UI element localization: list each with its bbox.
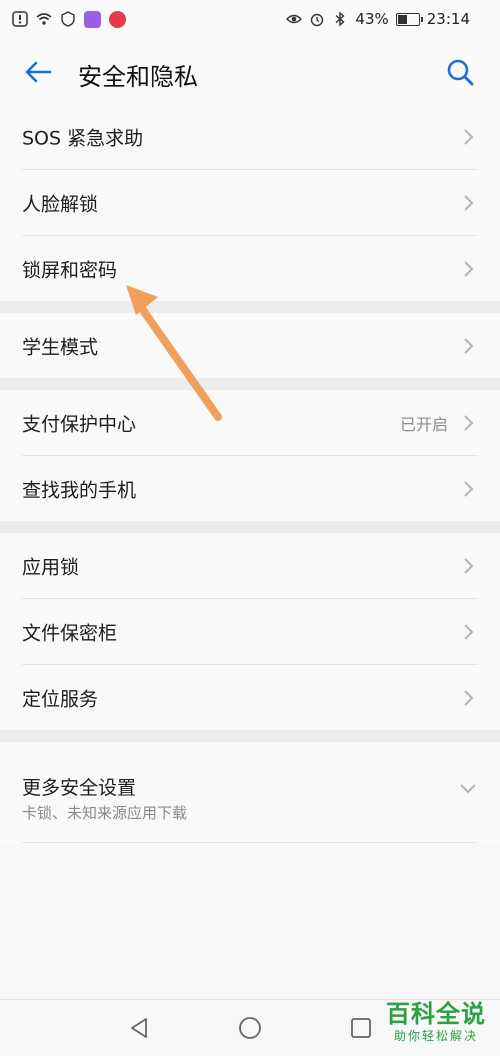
group-divider: [0, 378, 500, 390]
watermark-subtitle: 助你轻松解决: [393, 1029, 478, 1043]
watermark-title: 百科全说: [386, 1000, 486, 1028]
app-badge-red-icon: [109, 10, 126, 28]
wifi-icon: [36, 13, 52, 25]
setting-label: 定位服务: [22, 688, 99, 710]
watermark-logo: 百科全说 助你轻松解决: [386, 994, 486, 1044]
status-right-icons: 43% 23:14: [286, 8, 470, 30]
setting-row-find-my-phone[interactable]: 查找我的手机: [22, 456, 478, 521]
nav-back-triangle-icon[interactable]: [128, 1016, 150, 1040]
annotation-arrow-icon: [126, 285, 222, 421]
title-bar: 安全和隐私: [0, 40, 500, 105]
setting-row-payment-protection[interactable]: 支付保护中心 已开启: [22, 390, 478, 456]
page-title: 安全和隐私: [78, 63, 198, 91]
setting-row-student-mode[interactable]: 学生模式: [22, 313, 478, 378]
setting-label: 支付保护中心: [22, 413, 137, 435]
alert-icon: [12, 11, 28, 27]
settings-group: 支付保护中心 已开启 查找我的手机: [0, 390, 500, 521]
setting-row-app-lock[interactable]: 应用锁: [22, 533, 478, 599]
setting-label: 文件保密柜: [22, 622, 118, 644]
group-divider: [0, 301, 500, 313]
chevron-right-icon: [464, 557, 474, 574]
chevron-right-icon: [464, 480, 474, 497]
setting-label: 学生模式: [22, 336, 99, 358]
battery-icon: [395, 12, 423, 26]
eye-icon: [286, 14, 303, 24]
setting-label: 应用锁: [22, 556, 80, 578]
status-bar: 43% 23:14: [0, 0, 500, 40]
setting-row-file-safe[interactable]: 文件保密柜: [22, 599, 478, 665]
chevron-right-icon: [464, 623, 474, 640]
setting-row-face-unlock[interactable]: 人脸解锁: [22, 170, 478, 236]
back-arrow-icon[interactable]: [22, 56, 54, 88]
setting-label: 锁屏和密码: [22, 259, 118, 281]
setting-label: 人脸解锁: [22, 193, 99, 215]
group-divider: [0, 730, 500, 742]
more-security-settings[interactable]: 更多安全设置 卡锁、未知来源应用下载: [22, 742, 478, 843]
settings-list: SOS 紧急求助 人脸解锁 锁屏和密码 学生模式 支付保护中心 已开启 查找我的…: [0, 104, 500, 843]
status-left-icons: [12, 8, 126, 30]
battery-percent: 43%: [355, 10, 389, 28]
chevron-right-icon: [464, 128, 474, 145]
settings-group: 学生模式: [0, 313, 500, 378]
alarm-icon: [311, 13, 324, 27]
settings-group: SOS 紧急求助 人脸解锁 锁屏和密码: [0, 104, 500, 301]
chevron-right-icon: [464, 194, 474, 211]
settings-group: 更多安全设置 卡锁、未知来源应用下载: [0, 742, 500, 843]
group-divider: [0, 521, 500, 533]
more-settings-title: 更多安全设置: [22, 777, 137, 799]
setting-row-lockscreen-password[interactable]: 锁屏和密码: [22, 236, 478, 301]
shield-icon: [61, 11, 75, 27]
setting-label: 查找我的手机: [22, 479, 137, 501]
bluetooth-icon: [335, 11, 345, 27]
clock: 23:14: [426, 10, 470, 28]
search-icon[interactable]: [444, 56, 476, 88]
setting-row-sos[interactable]: SOS 紧急求助: [22, 104, 478, 170]
chevron-right-icon: [464, 414, 474, 431]
chevron-right-icon: [464, 689, 474, 706]
setting-row-location-services[interactable]: 定位服务: [22, 665, 478, 730]
chevron-down-icon: [460, 784, 476, 794]
nav-home-circle-icon[interactable]: [238, 1016, 262, 1040]
more-settings-subtitle: 卡锁、未知来源应用下载: [22, 804, 188, 822]
setting-label: SOS 紧急求助: [22, 127, 144, 149]
chevron-right-icon: [464, 260, 474, 277]
app-badge-purple-icon: [84, 10, 101, 28]
status-value: 已开启: [399, 414, 448, 434]
nav-recents-square-icon[interactable]: [350, 1017, 372, 1039]
settings-group: 应用锁 文件保密柜 定位服务: [0, 533, 500, 730]
chevron-right-icon: [464, 337, 474, 354]
